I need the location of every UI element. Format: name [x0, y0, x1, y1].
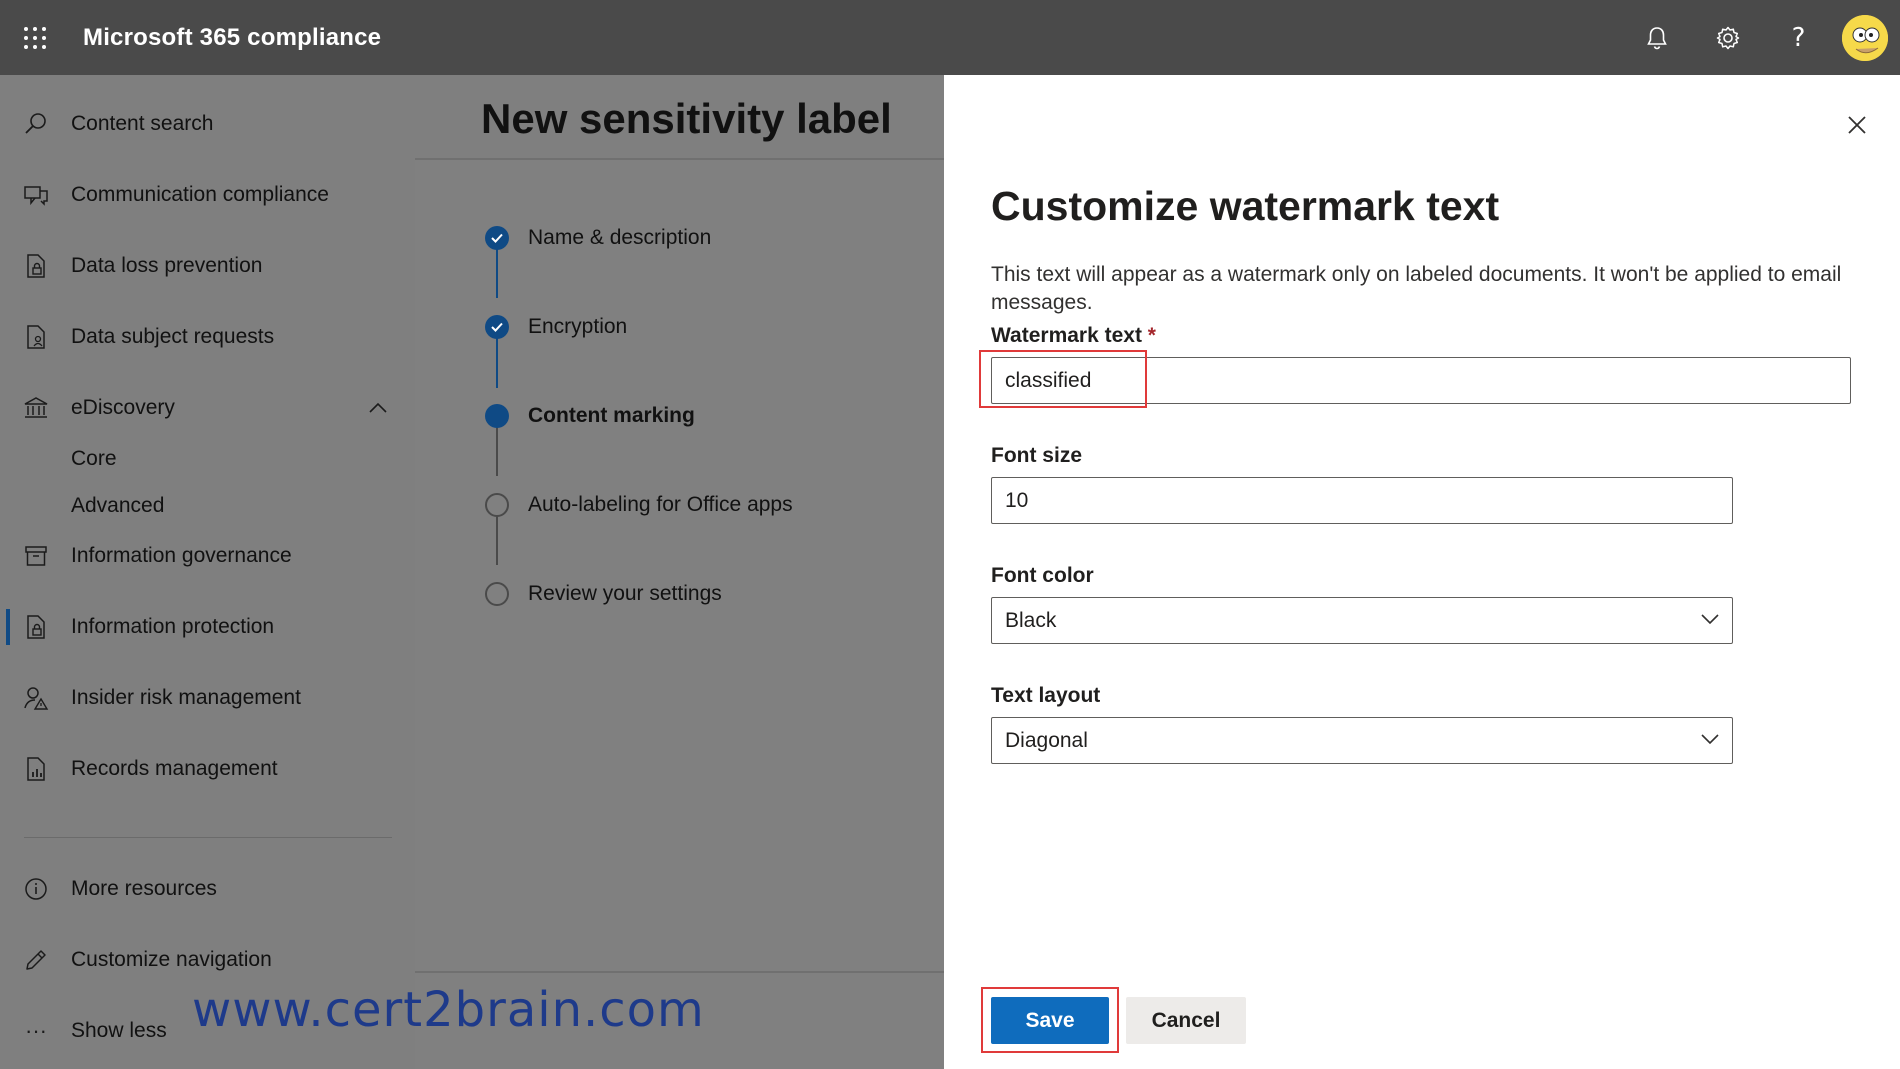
archive-icon	[22, 542, 50, 570]
nav-label: eDiscovery	[71, 396, 175, 419]
nav-label: Show less	[71, 1019, 167, 1042]
font-size-label: Font size	[991, 444, 1083, 467]
watermark-flyout: Customize watermark text This text will …	[944, 75, 1900, 1069]
waffle-icon	[24, 26, 46, 49]
bell-icon	[1646, 26, 1667, 49]
nav-item-communication-compliance[interactable]: Communication compliance	[0, 167, 415, 223]
font-color-dropdown[interactable]: Black	[991, 597, 1733, 644]
chat-icon	[22, 181, 50, 209]
app-launcher-button[interactable]	[0, 0, 70, 75]
check-icon	[485, 226, 509, 250]
wizard-header: New sensitivity label	[415, 75, 944, 160]
document-person-icon	[22, 323, 50, 351]
nav-item-insider-risk-management[interactable]: Insider risk management	[0, 670, 415, 726]
font-color-label: Font color	[991, 564, 1094, 587]
document-chart-icon	[22, 755, 50, 783]
nav-label: Records management	[71, 757, 278, 780]
watermark-text-label: Watermark text *	[991, 324, 1156, 348]
nav-label: Insider risk management	[71, 686, 301, 709]
step-connector	[496, 336, 498, 388]
nav-item-information-protection[interactable]: Information protection	[0, 599, 415, 655]
step-label: Encryption	[528, 315, 628, 338]
document-lock-icon	[22, 613, 50, 641]
nav-subitem-advanced[interactable]: Advanced	[0, 486, 415, 526]
bank-icon	[22, 394, 50, 422]
avatar[interactable]	[1842, 14, 1888, 61]
page-title: New sensitivity label	[481, 95, 892, 142]
text-layout-dropdown[interactable]: Diagonal	[991, 717, 1733, 764]
field-label-text: Watermark text	[991, 324, 1142, 347]
wizard-panel: New sensitivity label Name & description…	[415, 75, 944, 1069]
dropdown-value: Black	[1005, 608, 1057, 632]
chevron-down-icon	[1701, 614, 1719, 625]
nav-divider	[24, 837, 392, 838]
nav-label: Information protection	[71, 615, 275, 638]
ellipsis-icon: ···	[25, 1018, 47, 1043]
dropdown-value: Diagonal	[1005, 728, 1088, 752]
avatar-icon	[1842, 14, 1888, 61]
pending-step-icon	[485, 582, 509, 606]
cancel-button[interactable]: Cancel	[1126, 997, 1246, 1044]
top-bar: Microsoft 365 compliance ?	[0, 0, 1900, 75]
nav-item-records-management[interactable]: Records management	[0, 741, 415, 797]
flyout-title: Customize watermark text	[991, 183, 1500, 229]
nav-item-information-governance[interactable]: Information governance	[0, 528, 415, 584]
text-layout-label: Text layout	[991, 684, 1101, 707]
step-connector	[496, 515, 498, 565]
step-label: Content marking	[528, 404, 695, 427]
footer-divider	[415, 971, 944, 973]
settings-button[interactable]	[1692, 0, 1763, 75]
current-step-icon	[485, 404, 509, 428]
nav-label: Data subject requests	[71, 325, 275, 348]
check-icon	[485, 315, 509, 339]
close-icon	[1848, 116, 1866, 134]
nav-label: Communication compliance	[71, 183, 329, 206]
nav-label: Content search	[71, 112, 214, 135]
help-icon: ?	[1791, 22, 1806, 53]
help-button[interactable]: ?	[1763, 0, 1834, 75]
font-size-input[interactable]	[991, 477, 1733, 524]
nav-sub-label: Core	[71, 447, 117, 470]
app-title[interactable]: Microsoft 365 compliance	[83, 24, 381, 52]
nav-subitem-core[interactable]: Core	[0, 439, 415, 479]
required-indicator: *	[1147, 324, 1156, 347]
nav-item-data-loss-prevention[interactable]: Data loss prevention	[0, 238, 415, 294]
document-lock-icon	[22, 252, 50, 280]
pending-step-icon	[485, 493, 509, 517]
nav-label: Information governance	[71, 544, 292, 567]
nav-label: Data loss prevention	[71, 254, 263, 277]
step-label: Auto-labeling for Office apps	[528, 493, 793, 516]
left-nav: Content search Communication compliance …	[0, 75, 415, 1069]
active-indicator	[6, 609, 10, 645]
flyout-description: This text will appear as a watermark onl…	[991, 263, 1842, 314]
top-icons: ?	[1621, 0, 1900, 75]
nav-sub-label: Advanced	[71, 494, 165, 517]
highlight-annotation	[981, 987, 1119, 1053]
step-label: Name & description	[528, 226, 712, 249]
search-icon	[22, 110, 50, 138]
step-connector	[496, 426, 498, 476]
step-label: Review your settings	[528, 582, 722, 605]
gear-icon	[1716, 26, 1739, 49]
info-icon	[22, 875, 50, 903]
nav-item-content-search[interactable]: Content search	[0, 96, 415, 152]
nav-item-ediscovery[interactable]: eDiscovery	[0, 380, 415, 436]
chevron-down-icon	[1701, 734, 1719, 745]
nav-label: More resources	[71, 877, 217, 900]
highlight-annotation	[979, 350, 1147, 408]
nav-item-customize-navigation[interactable]: Customize navigation	[0, 932, 415, 988]
nav-item-data-subject-requests[interactable]: Data subject requests	[0, 309, 415, 365]
person-warning-icon	[22, 684, 50, 712]
notifications-button[interactable]	[1621, 0, 1692, 75]
site-watermark: www.cert2brain.com	[192, 982, 705, 1038]
nav-item-more-resources[interactable]: More resources	[0, 861, 415, 917]
nav-label: Customize navigation	[71, 948, 272, 971]
step-connector	[496, 248, 498, 298]
pencil-icon	[22, 946, 50, 974]
chevron-up-icon[interactable]	[368, 402, 388, 414]
close-button[interactable]	[1842, 110, 1872, 140]
